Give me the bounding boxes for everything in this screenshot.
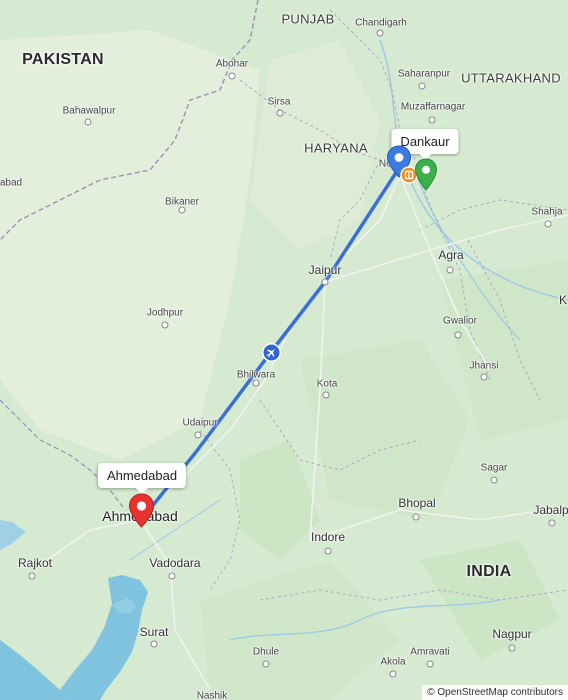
city-dot-jaipur (321, 278, 329, 286)
city-dot-akola (389, 670, 397, 678)
city-dot-bhilwara (252, 379, 260, 387)
city-dot-shahjahanpur (544, 220, 552, 228)
city-dot-muzaffarnagar (428, 116, 436, 124)
destination-pin-icon[interactable] (128, 493, 155, 529)
city-dot-saharanpur (418, 82, 426, 90)
city-dot-dhule (262, 660, 270, 668)
poi-pin-icon[interactable] (414, 158, 438, 192)
city-dot-abohar (228, 72, 236, 80)
airplane-icon (262, 343, 281, 362)
city-dot-sirsa (276, 109, 284, 117)
city-dot-agra (446, 266, 454, 274)
city-dot-bahawalpur (84, 118, 92, 126)
city-dot-sagar (490, 476, 498, 484)
city-dot-nagpur (508, 644, 516, 652)
city-dot-rajkot (28, 572, 36, 580)
city-dot-jodhpur (161, 321, 169, 329)
destination-callout[interactable]: Ahmedabad (97, 463, 187, 494)
city-dot-gwalior (454, 331, 462, 339)
city-dot-surat (150, 640, 158, 648)
map-attribution[interactable]: © OpenStreetMap contributors (422, 685, 568, 700)
city-dot-bhopal (412, 513, 420, 521)
city-dot-jhansi (480, 373, 488, 381)
city-dot-vadodara (168, 572, 176, 580)
city-dot-amravati (426, 660, 434, 668)
city-dot-indore (324, 547, 332, 555)
map-base-layer (0, 0, 568, 700)
city-dot-udaipur (194, 431, 202, 439)
city-dot-chandigarh (376, 29, 384, 37)
city-dot-bikaner (178, 206, 186, 214)
map-canvas[interactable]: PAKISTAN PUNJAB HARYANA UTTARAKHAND INDI… (0, 0, 568, 700)
city-dot-kota (322, 391, 330, 399)
city-dot-jabalpur (548, 519, 556, 527)
